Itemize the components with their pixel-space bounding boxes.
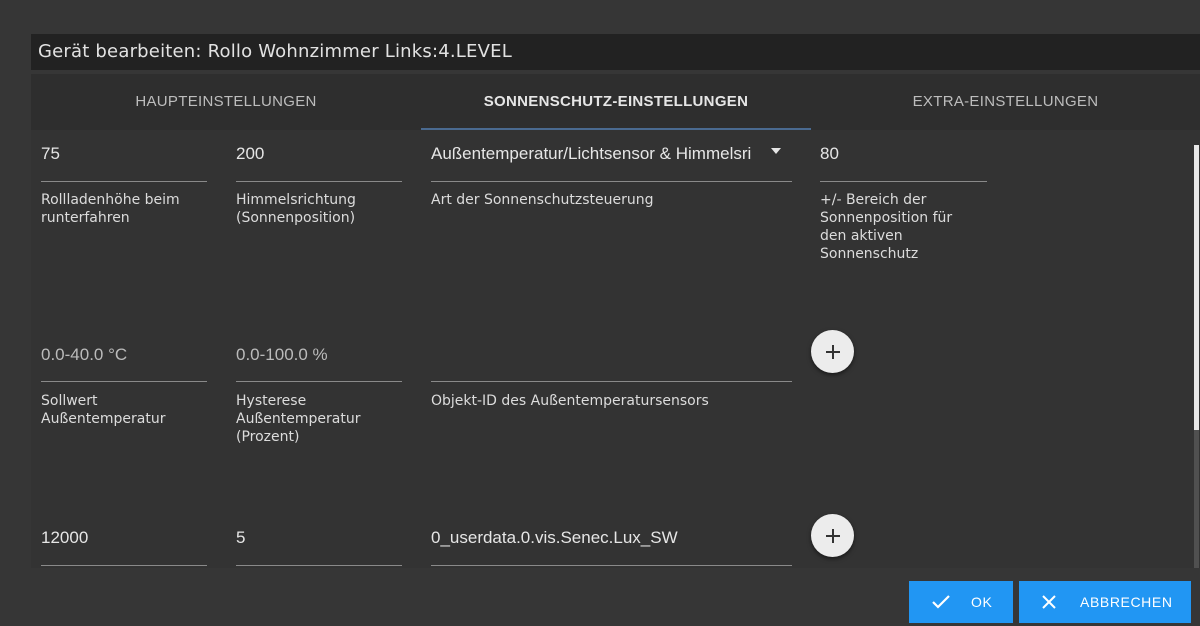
shutter-height-input[interactable]: 75 — [41, 144, 60, 164]
sunprotect-type-underline — [431, 181, 792, 182]
light-sensor-id-input[interactable]: 0_userdata.0.vis.Senec.Lux_SW — [431, 528, 678, 548]
ok-button[interactable]: OK — [909, 581, 1013, 623]
dialog-title: Gerät bearbeiten: Rollo Wohnzimmer Links… — [31, 34, 1200, 70]
tab-sunprotection-settings[interactable]: SONNENSCHUTZ-EINSTELLUNGEN — [421, 74, 811, 130]
sky-direction-label: Himmelsrichtung (Sonnenposition) — [236, 192, 356, 226]
light-setpoint-underline — [41, 565, 207, 566]
dropdown-arrow-icon — [771, 148, 781, 154]
sky-direction-input[interactable]: 200 — [236, 144, 264, 164]
plus-icon — [825, 344, 840, 359]
outside-temp-hysteresis-input[interactable]: 0.0-100.0 % — [236, 345, 328, 365]
outside-temp-hysteresis-underline — [236, 381, 402, 382]
light-hysteresis-input[interactable]: 5 — [236, 528, 245, 548]
sunprotect-type-label: Art der Sonnenschutzsteuerung — [431, 192, 654, 208]
shutter-height-label: Rollladenhöhe beim runterfahren — [41, 192, 180, 226]
tab-bar: HAUPTEINSTELLUNGEN SONNENSCHUTZ-EINSTELL… — [31, 74, 1200, 130]
sunprotect-type-value: Außentemperatur/Lichtsensor & Himmelsri — [431, 144, 752, 163]
plus-icon — [825, 528, 840, 543]
tab-main-settings[interactable]: HAUPTEINSTELLUNGEN — [31, 74, 421, 130]
shutter-height-underline — [41, 181, 207, 182]
add-light-sensor-button[interactable] — [811, 514, 854, 557]
check-icon — [932, 595, 950, 609]
outside-temp-setpoint-input[interactable]: 0.0-40.0 °C — [41, 345, 127, 365]
content-scrollbar[interactable] — [1194, 145, 1199, 569]
cancel-button[interactable]: ABBRECHEN — [1019, 581, 1191, 623]
outside-temp-sensor-id-underline — [431, 381, 792, 382]
tab-extra-settings[interactable]: EXTRA-EINSTELLUNGEN — [811, 74, 1200, 130]
sky-direction-underline — [236, 181, 402, 182]
close-icon — [1042, 595, 1056, 609]
outside-temp-sensor-id-label: Objekt-ID des Außentemperatursensors — [431, 393, 709, 409]
light-hysteresis-underline — [236, 565, 402, 566]
sun-range-underline — [820, 181, 987, 182]
light-setpoint-input[interactable]: 12000 — [41, 528, 88, 548]
sunprotect-type-select[interactable]: Außentemperatur/Lichtsensor & Himmelsri — [431, 140, 792, 180]
scrollbar-thumb[interactable] — [1194, 145, 1199, 430]
light-sensor-id-underline — [431, 565, 792, 566]
outside-temp-setpoint-underline — [41, 381, 207, 382]
outside-temp-hysteresis-label: Hysterese Außentemperatur (Prozent) — [236, 393, 361, 445]
add-outside-temp-sensor-button[interactable] — [811, 330, 854, 373]
outside-temp-setpoint-label: Sollwert Außentemperatur — [41, 393, 166, 427]
cancel-button-label: ABBRECHEN — [1080, 594, 1173, 610]
sun-range-input[interactable]: 80 — [820, 144, 839, 164]
ok-button-label: OK — [971, 594, 993, 610]
sun-range-label: +/- Bereich der Sonnenposition für den a… — [820, 192, 953, 262]
